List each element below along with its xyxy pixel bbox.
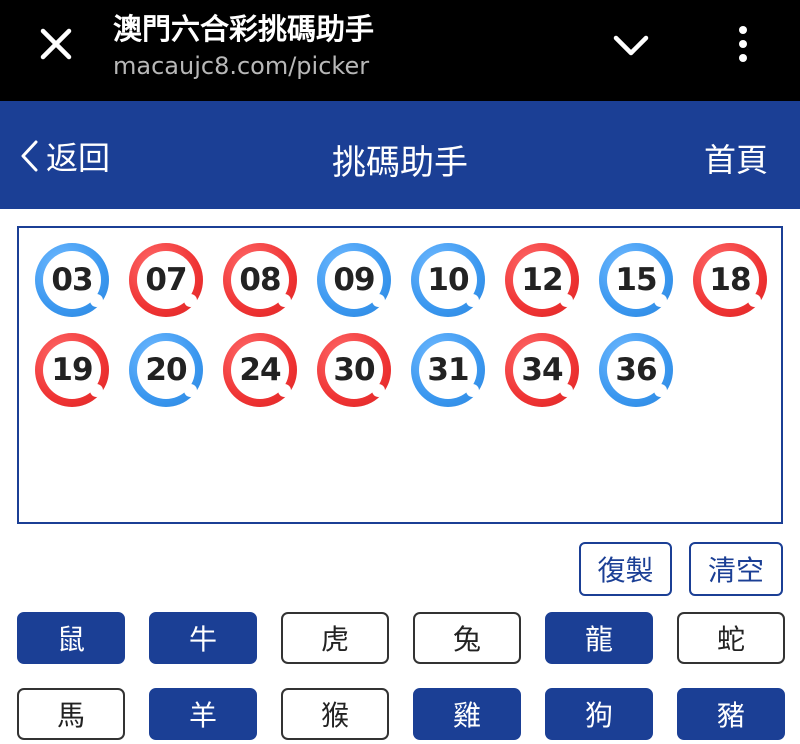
page-title: 挑碼助手	[332, 143, 468, 183]
ball-highlight	[372, 384, 385, 397]
zodiac-button[interactable]: 羊	[149, 688, 257, 740]
number-ball[interactable]: 03	[35, 243, 109, 317]
number-ball-list: 03 07 08 09 10 12 15 18 19 20 24 30 31 34 36	[35, 243, 775, 423]
ball-highlight	[466, 384, 479, 397]
number-ball[interactable]: 24	[223, 333, 297, 407]
clear-button[interactable]: 清空	[689, 542, 783, 596]
ball-highlight	[466, 294, 479, 307]
picked-numbers-panel: 03 07 08 09 10 12 15 18 19 20 24 30 31 34 36	[17, 226, 783, 524]
copy-button[interactable]: 復製	[579, 542, 672, 596]
ball-highlight	[278, 294, 291, 307]
number-ball[interactable]: 36	[599, 333, 673, 407]
ball-highlight	[372, 294, 385, 307]
zodiac-button[interactable]: 牛	[149, 612, 257, 664]
number-ball[interactable]: 08	[223, 243, 297, 317]
zodiac-button[interactable]: 兔	[413, 612, 521, 664]
ball-highlight	[654, 384, 667, 397]
close-icon[interactable]	[34, 22, 78, 66]
number-ball[interactable]: 19	[35, 333, 109, 407]
chevron-down-icon[interactable]	[610, 28, 652, 64]
browser-page-title: 澳門六合彩挑碼助手	[113, 12, 375, 46]
ball-highlight	[184, 294, 197, 307]
more-options-icon[interactable]	[730, 22, 756, 66]
ball-highlight	[560, 294, 573, 307]
number-ball[interactable]: 18	[693, 243, 767, 317]
ball-highlight	[90, 384, 103, 397]
zodiac-button[interactable]: 虎	[281, 612, 389, 664]
zodiac-button[interactable]: 猴	[281, 688, 389, 740]
number-ball[interactable]: 20	[129, 333, 203, 407]
number-ball[interactable]: 12	[505, 243, 579, 317]
ball-highlight	[560, 384, 573, 397]
ball-highlight	[748, 294, 761, 307]
browser-url[interactable]: macaujc8.com/picker	[113, 52, 369, 80]
zodiac-button[interactable]: 豬	[677, 688, 785, 740]
ball-highlight	[654, 294, 667, 307]
number-ball[interactable]: 09	[317, 243, 391, 317]
zodiac-button[interactable]: 狗	[545, 688, 653, 740]
number-ball[interactable]: 31	[411, 333, 485, 407]
zodiac-button[interactable]: 龍	[545, 612, 653, 664]
number-ball[interactable]: 10	[411, 243, 485, 317]
number-ball[interactable]: 15	[599, 243, 673, 317]
browser-toolbar: 澳門六合彩挑碼助手 macaujc8.com/picker	[0, 0, 800, 101]
home-button[interactable]: 首頁	[704, 135, 768, 181]
ball-highlight	[184, 384, 197, 397]
ball-highlight	[90, 294, 103, 307]
number-ball[interactable]: 30	[317, 333, 391, 407]
zodiac-button[interactable]: 鼠	[17, 612, 125, 664]
number-ball[interactable]: 07	[129, 243, 203, 317]
number-ball[interactable]: 34	[505, 333, 579, 407]
ball-highlight	[278, 384, 291, 397]
app-header: 返回 挑碼助手 首頁	[0, 101, 800, 209]
zodiac-button[interactable]: 馬	[17, 688, 125, 740]
zodiac-button[interactable]: 雞	[413, 688, 521, 740]
zodiac-button[interactable]: 蛇	[677, 612, 785, 664]
